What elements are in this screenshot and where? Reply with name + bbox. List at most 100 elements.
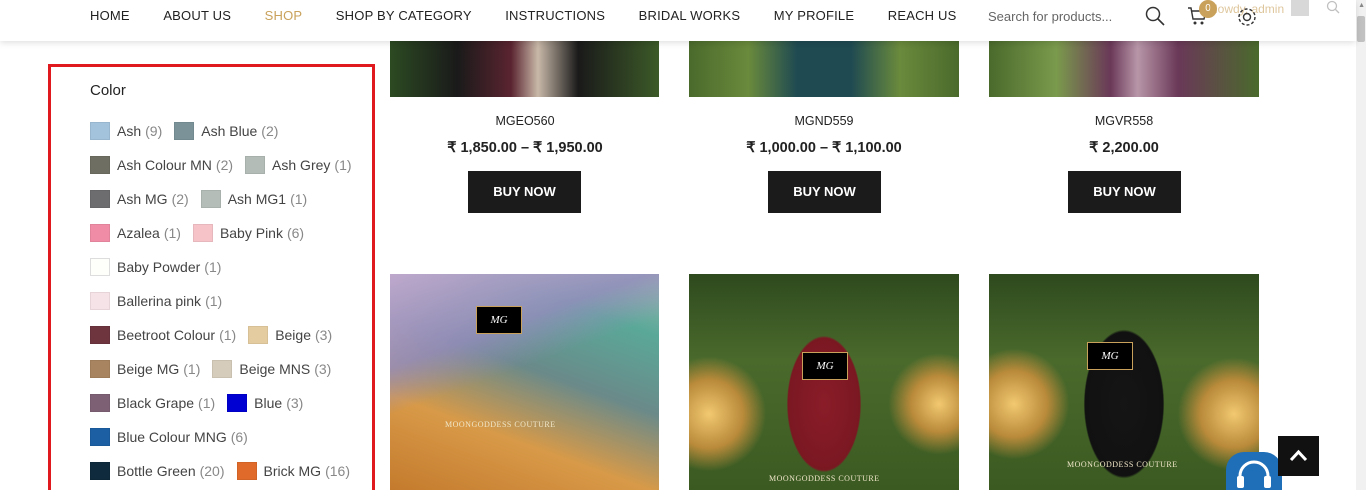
color-option-ash-blue[interactable]: Ash Blue (2) — [174, 122, 278, 140]
color-count: (2) — [261, 123, 279, 139]
color-name: Bottle Green — [117, 463, 196, 479]
product-price: ₹ 2,200.00 — [1089, 140, 1159, 156]
scrollbar-thumb[interactable] — [1357, 16, 1365, 42]
color-count: (1) — [163, 225, 181, 241]
color-swatch — [212, 360, 233, 378]
scroll-up-arrow-icon[interactable]: ▲ — [1358, 2, 1365, 9]
search-icon[interactable] — [1145, 6, 1165, 26]
color-option-baby-powder[interactable]: Baby Powder (1) — [90, 258, 221, 276]
color-swatch — [90, 258, 110, 276]
color-option-baby-pink[interactable]: Baby Pink (6) — [192, 224, 304, 242]
search-input[interactable]: Search for products... — [988, 9, 1112, 24]
filter-row: Azalea (1) Baby Pink (6) — [90, 224, 316, 242]
color-option-ash-mg1[interactable]: Ash MG1 (1) — [200, 190, 308, 208]
color-option-black-grape[interactable]: Black Grape (1) — [90, 394, 215, 412]
headset-icon — [1237, 460, 1271, 488]
color-swatch — [174, 122, 195, 140]
color-option-blue[interactable]: Blue (3) — [227, 394, 303, 412]
filter-row: Beige MG (1) Beige MNS (3) — [90, 360, 343, 378]
color-count: (2) — [215, 157, 234, 173]
filter-row: Blue Colour MNG (6) — [90, 428, 260, 446]
color-count: (1) — [290, 191, 308, 207]
color-name: Beige MG — [117, 361, 180, 377]
color-swatch — [90, 156, 110, 174]
nav-about-us[interactable]: ABOUT US — [163, 8, 231, 23]
chat-support-button[interactable] — [1226, 452, 1282, 490]
color-name: Blue Colour MNG — [117, 429, 227, 445]
color-option-beetroot-colour[interactable]: Beetroot Colour (1) — [90, 326, 236, 344]
product-price: ₹ 1,000.00 – ₹ 1,100.00 — [746, 140, 902, 156]
product-price: ₹ 1,850.00 – ₹ 1,950.00 — [447, 140, 603, 156]
back-to-top-button[interactable] — [1278, 436, 1319, 476]
gear-icon[interactable] — [1236, 6, 1258, 28]
color-option-azalea[interactable]: Azalea (1) — [90, 224, 181, 242]
color-option-blue-colour-mng[interactable]: Blue Colour MNG (6) — [90, 428, 248, 446]
color-option-ballerina-pink[interactable]: Ballerina pink (1) — [90, 292, 222, 310]
product-image[interactable] — [390, 41, 659, 97]
color-option-beige-mg[interactable]: Beige MG (1) — [90, 360, 200, 378]
color-count: (1) — [205, 293, 223, 309]
color-swatch — [245, 156, 266, 174]
color-option-brick-mg[interactable]: Brick MG (16) — [236, 462, 350, 480]
buy-now-button[interactable]: BUY NOW — [468, 171, 581, 213]
color-swatch — [90, 122, 110, 140]
color-name: Beige MNS — [239, 361, 311, 377]
color-swatch — [90, 224, 110, 242]
color-option-ash-mg[interactable]: Ash MG (2) — [90, 190, 189, 208]
product-title[interactable]: MGEO560 — [390, 114, 660, 128]
watermark-text: MOONGODDESS COUTURE — [1067, 460, 1178, 469]
nav-bridal-works[interactable]: BRIDAL WORKS — [639, 8, 741, 23]
product-image[interactable]: MG MOONGODDESS COUTURE — [989, 274, 1259, 490]
filter-row: Ash (9) Ash Blue (2) — [90, 122, 290, 140]
color-option-bottle-green[interactable]: Bottle Green (20) — [90, 462, 225, 480]
product-image[interactable] — [689, 41, 959, 97]
color-count: (3) — [314, 361, 332, 377]
buy-now-button[interactable]: BUY NOW — [768, 171, 881, 213]
color-swatch — [90, 462, 110, 480]
color-count: (3) — [286, 395, 304, 411]
nav-home[interactable]: HOME — [90, 8, 130, 23]
color-swatch — [227, 394, 248, 412]
color-option-ash[interactable]: Ash (9) — [90, 122, 162, 140]
product-image[interactable] — [989, 41, 1259, 97]
nav-instructions[interactable]: INSTRUCTIONS — [505, 8, 605, 23]
product-title[interactable]: MGVR558 — [989, 114, 1259, 128]
filter-title: Color — [90, 82, 126, 99]
color-count: (2) — [171, 191, 189, 207]
filter-row: Ash MG (2) Ash MG1 (1) — [90, 190, 319, 208]
product-title[interactable]: MGND559 — [689, 114, 959, 128]
chevron-up-icon — [1289, 449, 1308, 462]
color-swatch — [248, 326, 269, 344]
product-image[interactable]: MG MOONGODDESS COUTURE — [390, 274, 659, 490]
product-image[interactable]: MG MOONGODDESS COUTURE — [689, 274, 959, 490]
color-name: Brick MG — [263, 463, 322, 479]
page-scrollbar[interactable]: ▲ — [1356, 0, 1366, 490]
color-count: (1) — [183, 361, 201, 377]
color-swatch — [200, 190, 221, 208]
color-name: Ballerina pink — [117, 293, 202, 309]
color-option-ash-grey[interactable]: Ash Grey (1) — [245, 156, 352, 174]
color-option-beige[interactable]: Beige (3) — [248, 326, 332, 344]
color-count: (6) — [230, 429, 248, 445]
color-name: Ash MG1 — [227, 191, 287, 207]
nav-shop[interactable]: SHOP — [265, 8, 303, 23]
nav-reach-us[interactable]: REACH US — [888, 8, 957, 23]
brand-logo: MG — [1087, 342, 1133, 370]
filter-row: Baby Powder (1) — [90, 258, 233, 276]
admin-search-icon[interactable] — [1326, 0, 1340, 14]
color-name: Ash MG — [117, 191, 168, 207]
filter-row: Black Grape (1) Blue (3) — [90, 394, 315, 412]
color-name: Ash — [117, 123, 142, 139]
color-name: Blue — [254, 395, 283, 411]
color-count: (9) — [145, 123, 163, 139]
nav-my-profile[interactable]: MY PROFILE — [774, 8, 855, 23]
color-option-ash-colour-mn[interactable]: Ash Colour MN (2) — [90, 156, 233, 174]
nav-shop-by-category[interactable]: SHOP BY CATEGORY — [336, 8, 472, 23]
color-count: (20) — [199, 463, 225, 479]
buy-now-button[interactable]: BUY NOW — [1068, 171, 1181, 213]
color-name: Beetroot Colour — [117, 327, 216, 343]
color-swatch — [90, 190, 110, 208]
color-option-beige-mns[interactable]: Beige MNS (3) — [212, 360, 331, 378]
watermark-text: MOONGODDESS COUTURE — [445, 420, 556, 429]
avatar[interactable] — [1291, 0, 1309, 16]
